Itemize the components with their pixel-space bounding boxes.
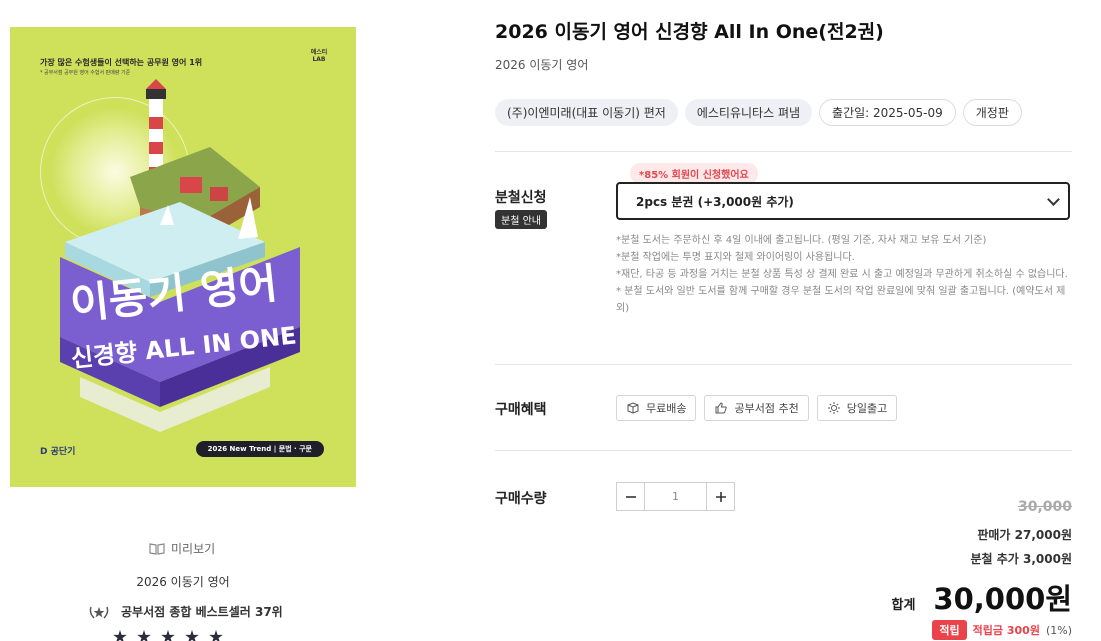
points-percent: (1%) (1045, 623, 1072, 637)
benefits-label: 구매혜택 (495, 402, 547, 418)
quantity-label: 구매수량 (495, 491, 547, 507)
star-icon (137, 630, 151, 641)
split-note: *재단, 타공 등 과정을 거치는 분철 상품 특성 상 결제 완료 시 출고 … (616, 269, 1068, 280)
star-icon (161, 630, 175, 641)
cover-edition-badge: 2026 New Trend | 문법 · 구문 (195, 441, 324, 457)
tag-publish-date: 출간일: 2025-05-09 (819, 99, 956, 126)
box-icon (627, 402, 639, 414)
tag-author[interactable]: (주)이엔미래(대표 이동기) 편저 (495, 99, 678, 126)
split-note: *분철 도서는 주문하신 후 4일 이내에 출고됩니다. (평일 기준, 자사 … (616, 235, 987, 246)
sun-icon (827, 402, 840, 414)
points-badge: 적립 (932, 620, 967, 640)
benefit-label: 공부서점 추천 (734, 402, 799, 415)
original-price: 30,000 (1017, 499, 1072, 515)
benefit-recommend: 공부서점 추천 (704, 395, 809, 421)
quantity-input[interactable]: 1 (645, 483, 706, 510)
split-note: *분철 작업에는 투명 표지와 철제 와이어링이 사용됩니다. (616, 252, 855, 263)
reward-points: 적립 적립금 300원 (1%) (932, 620, 1072, 640)
split-label: 분철신청 (495, 190, 547, 206)
benefit-free-shipping: 무료배송 (616, 395, 697, 421)
split-extra-price: 분철 추가 3,000원 (970, 552, 1072, 566)
split-tooltip: *85% 회원이 신청했어요 (630, 163, 758, 189)
rating-stars (113, 630, 223, 641)
book-open-icon (149, 543, 165, 555)
benefits-list: 무료배송 공부서점 추천 당일출고 (616, 395, 898, 421)
cover-illustration: 이동기 영어 신경향 ALL IN ONE (60, 79, 300, 432)
star-icon (113, 630, 127, 641)
chevron-down-icon (1047, 193, 1060, 206)
star-icon (185, 630, 199, 641)
tag-edition: 개정판 (962, 99, 1022, 126)
benefit-same-day: 당일출고 (816, 395, 898, 421)
benefit-label: 당일출고 (846, 402, 888, 415)
book-cover-image[interactable]: 가장 많은 수험생들이 선택하는 공무원 영어 1위 * 공부서점 공무원 영어… (10, 27, 356, 487)
tag-publisher[interactable]: 에스티유니타스 펴냄 (684, 99, 813, 126)
plus-icon (715, 491, 726, 502)
divider (495, 364, 1072, 365)
product-subtitle: 2026 이동기 영어 (495, 58, 589, 72)
series-name: 2026 이동기 영어 (136, 575, 230, 589)
total-price: 30,000원 (933, 582, 1072, 616)
bestseller-text: 공부서점 종합 베스트셀러 37위 (121, 605, 283, 619)
split-guide-button[interactable]: 분철 안내 (495, 210, 547, 229)
quantity-decrease-button[interactable] (617, 483, 645, 510)
cover-brand: D 공단기 (40, 447, 76, 457)
quantity-stepper[interactable]: 1 (616, 482, 735, 511)
quantity-increase-button[interactable] (706, 483, 734, 510)
points-amount: 적립금 300원 (972, 624, 1040, 637)
thumbs-up-icon (715, 402, 728, 414)
divider (495, 450, 1072, 451)
sale-price: 판매가 27,000원 (977, 528, 1072, 542)
split-option-select[interactable]: 2pcs 분권 (+3,000원 추가) (616, 182, 1070, 220)
split-notes: *분철 도서는 주문하신 후 4일 이내에 출고됩니다. (평일 기준, 자사 … (616, 232, 1072, 317)
bestseller-rank: 공부서점 종합 베스트셀러 37위 (87, 603, 283, 620)
laurel-icon (89, 606, 109, 618)
divider (495, 151, 1072, 152)
total-price-row: 합계 30,000원 (891, 576, 1072, 618)
minus-icon (625, 495, 636, 498)
benefit-label: 무료배송 (646, 402, 687, 415)
star-icon (209, 630, 223, 641)
total-label: 합계 (891, 598, 916, 613)
preview-label: 미리보기 (171, 542, 216, 556)
split-note: * 분철 도서와 일반 도서를 함께 구매할 경우 분철 도서의 작업 완료일에… (616, 286, 1066, 314)
preview-button[interactable]: 미리보기 (149, 540, 215, 557)
split-selected-value: 2pcs 분권 (+3,000원 추가) (636, 194, 794, 209)
product-title: 2026 이동기 영어 신경향 All In One(전2권) (495, 21, 884, 43)
product-tags: (주)이엔미래(대표 이동기) 편저 에스티유니타스 펴냄 출간일: 2025-… (495, 99, 1022, 126)
